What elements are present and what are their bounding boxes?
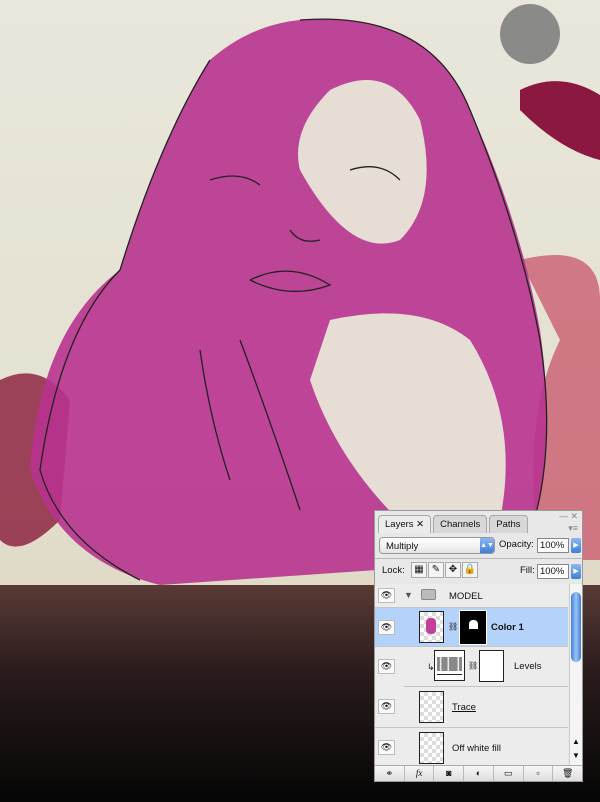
lock-label: Lock: — [382, 565, 405, 576]
add-mask-icon[interactable]: ◙ — [434, 766, 465, 781]
fill-input[interactable]: 100% — [537, 564, 569, 579]
layer-row-model[interactable]: 👁 ▼ MODEL — [375, 584, 568, 608]
layer-thumbnail — [419, 611, 444, 643]
lock-move-icon[interactable]: ✥ — [445, 562, 461, 578]
select-arrows-icon: ▲▼ — [480, 538, 494, 553]
opacity-slider-arrow[interactable]: ▶ — [571, 538, 581, 553]
layers-panel: — ✕ Layers ✕ Channels Paths ▾≡ Multiply ▲… — [374, 510, 583, 782]
blend-mode-select[interactable]: Multiply ▲▼ — [379, 537, 495, 554]
eye-icon[interactable]: 👁 — [378, 620, 395, 635]
layer-mask-thumbnail — [459, 610, 487, 645]
tab-channels[interactable]: Channels — [433, 515, 488, 533]
tab-paths[interactable]: Paths — [489, 515, 528, 533]
layer-name: Levels — [514, 661, 542, 672]
close-icon[interactable]: ✕ — [416, 519, 424, 530]
tab-layers[interactable]: Layers ✕ — [378, 515, 432, 533]
link-layers-icon[interactable]: ⚭ — [375, 766, 405, 781]
link-icon[interactable]: ⛓ — [448, 622, 458, 631]
moon-circle — [500, 4, 560, 64]
layer-mask-thumbnail — [479, 650, 504, 682]
layer-name: Trace — [452, 702, 476, 713]
layer-name: MODEL — [449, 591, 483, 602]
tab-label: Layers — [385, 519, 414, 530]
fill-slider-arrow[interactable]: ▶ — [571, 564, 581, 579]
layer-row-trace[interactable]: 👁 Trace — [375, 687, 568, 728]
layer-row-levels[interactable]: ↳ ⛓ Levels — [404, 647, 568, 687]
link-icon[interactable]: ⛓ — [468, 661, 478, 670]
new-group-icon[interactable]: ▭ — [494, 766, 524, 781]
lock-brush-icon[interactable]: ✎ — [428, 562, 444, 578]
opacity-input[interactable]: 100% — [537, 538, 569, 553]
levels-adjustment-icon — [434, 650, 465, 681]
adjustment-layer-icon[interactable]: ◐ — [464, 766, 494, 781]
layer-style-fx-icon[interactable]: fx — [405, 766, 435, 781]
fill-label: Fill: — [520, 565, 535, 576]
layer-thumbnail — [419, 732, 444, 764]
scrollbar-thumb[interactable] — [571, 592, 581, 662]
layers-scrollbar[interactable]: ▲ ▼ — [569, 584, 582, 766]
folder-icon — [421, 589, 436, 600]
panel-window-controls[interactable]: — ✕ — [559, 511, 578, 522]
layer-name: Off white fill — [452, 743, 501, 754]
trash-icon[interactable]: 🗑 — [553, 766, 582, 781]
panel-menu-icon[interactable]: ▾≡ — [568, 523, 578, 534]
lock-all-icon[interactable]: 🔒 — [462, 562, 478, 578]
panel-bottom-toolbar: ⚭ fx ◙ ◐ ▭ ▫ 🗑 — [375, 765, 582, 781]
layer-name: Color 1 — [491, 622, 524, 633]
opacity-label: Opacity: — [499, 539, 534, 550]
eye-icon[interactable]: 👁 — [378, 740, 395, 755]
new-layer-icon[interactable]: ▫ — [524, 766, 554, 781]
scroll-down-arrow[interactable]: ▼ — [572, 751, 580, 760]
layer-thumbnail — [419, 691, 444, 723]
scroll-up-arrow[interactable]: ▲ — [572, 737, 580, 746]
eye-icon[interactable]: 👁 — [378, 659, 395, 674]
eye-icon[interactable]: 👁 — [378, 588, 395, 603]
disclosure-triangle-icon[interactable]: ▼ — [404, 590, 413, 600]
lock-transparency-icon[interactable]: ▦ — [411, 562, 427, 578]
blend-mode-value: Multiply — [386, 541, 419, 552]
layers-list: 👁 ▼ MODEL 👁 ⛓ Color 1 ↳ ⛓ Levels 👁 👁 Tra… — [375, 584, 568, 766]
layer-row-color-1[interactable]: 👁 ⛓ Color 1 — [375, 608, 568, 647]
layer-row-off-white-fill[interactable]: 👁 Off white fill — [375, 728, 568, 766]
eye-icon[interactable]: 👁 — [378, 699, 395, 714]
